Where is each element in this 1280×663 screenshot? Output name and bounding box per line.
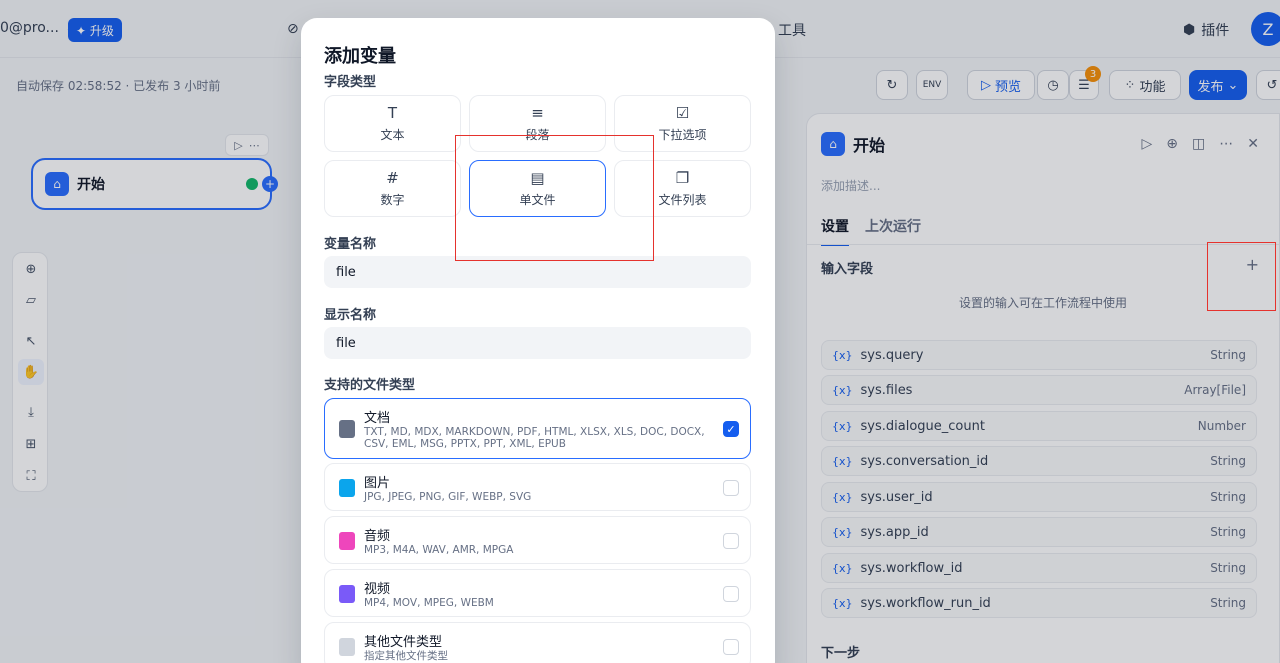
video-checkbox[interactable]: [723, 586, 739, 602]
image-checkbox[interactable]: [723, 480, 739, 496]
highlight-box-single-file: [455, 135, 654, 261]
field-type-label: 字段类型: [324, 75, 377, 90]
file-type-extensions: MP3, M4A, WAV, AMR, MPGA: [364, 544, 514, 556]
variable-name-label: 变量名称: [324, 237, 377, 252]
audio-checkbox[interactable]: [723, 533, 739, 549]
file-type-name: 视频: [364, 582, 391, 597]
file-list-icon: ❐: [675, 169, 690, 187]
file-type-extensions: JPG, JPEG, PNG, GIF, WEBP, SVG: [364, 491, 532, 503]
audio-icon: [339, 532, 355, 550]
document-checkbox[interactable]: ✓: [723, 421, 739, 437]
file-type-video[interactable]: 视频 MP4, MOV, MPEG, WEBM: [324, 569, 751, 617]
other-file-icon: [339, 638, 355, 656]
supported-file-types-label: 支持的文件类型: [324, 378, 416, 393]
image-icon: [339, 479, 355, 497]
file-type-document[interactable]: 文档 TXT, MD, MDX, MARKDOWN, PDF, HTML, XL…: [324, 398, 751, 459]
paragraph-icon: ≡: [531, 104, 544, 122]
field-type-label: 文本: [380, 128, 405, 142]
highlight-box-add-input: [1207, 242, 1276, 311]
display-name-input[interactable]: file: [324, 327, 751, 359]
file-type-image[interactable]: 图片 JPG, JPEG, PNG, GIF, WEBP, SVG: [324, 463, 751, 511]
file-type-extensions: TXT, MD, MDX, MARKDOWN, PDF, HTML, XLSX,…: [364, 426, 705, 450]
field-type-text[interactable]: T 文本: [324, 95, 461, 152]
file-type-extensions: MP4, MOV, MPEG, WEBM: [364, 597, 494, 609]
file-type-name: 音频: [364, 529, 391, 544]
field-type-label: 下拉选项: [658, 128, 707, 142]
select-icon: ☑: [675, 104, 690, 122]
file-type-extensions: 指定其他文件类型: [364, 650, 448, 662]
document-icon: [339, 420, 355, 438]
file-type-audio[interactable]: 音频 MP3, M4A, WAV, AMR, MPGA: [324, 516, 751, 564]
video-icon: [339, 585, 355, 603]
file-type-other[interactable]: 其他文件类型 指定其他文件类型: [324, 622, 751, 663]
text-icon: T: [387, 104, 398, 122]
field-type-number[interactable]: # 数字: [324, 160, 461, 217]
display-name-label: 显示名称: [324, 308, 377, 323]
file-type-name: 图片: [364, 476, 391, 491]
hash-icon: #: [386, 169, 399, 187]
file-type-name: 文档: [364, 411, 391, 426]
field-type-label: 数字: [380, 193, 405, 207]
modal-title: 添加变量: [324, 46, 396, 67]
add-variable-modal: 添加变量 字段类型 T 文本 ≡ 段落 ☑ 下拉选项 # 数字 ▤ 单文件 ❐ …: [301, 18, 775, 663]
other-file-checkbox[interactable]: [723, 639, 739, 655]
field-type-label: 文件列表: [658, 193, 707, 207]
file-type-name: 其他文件类型: [364, 635, 443, 650]
